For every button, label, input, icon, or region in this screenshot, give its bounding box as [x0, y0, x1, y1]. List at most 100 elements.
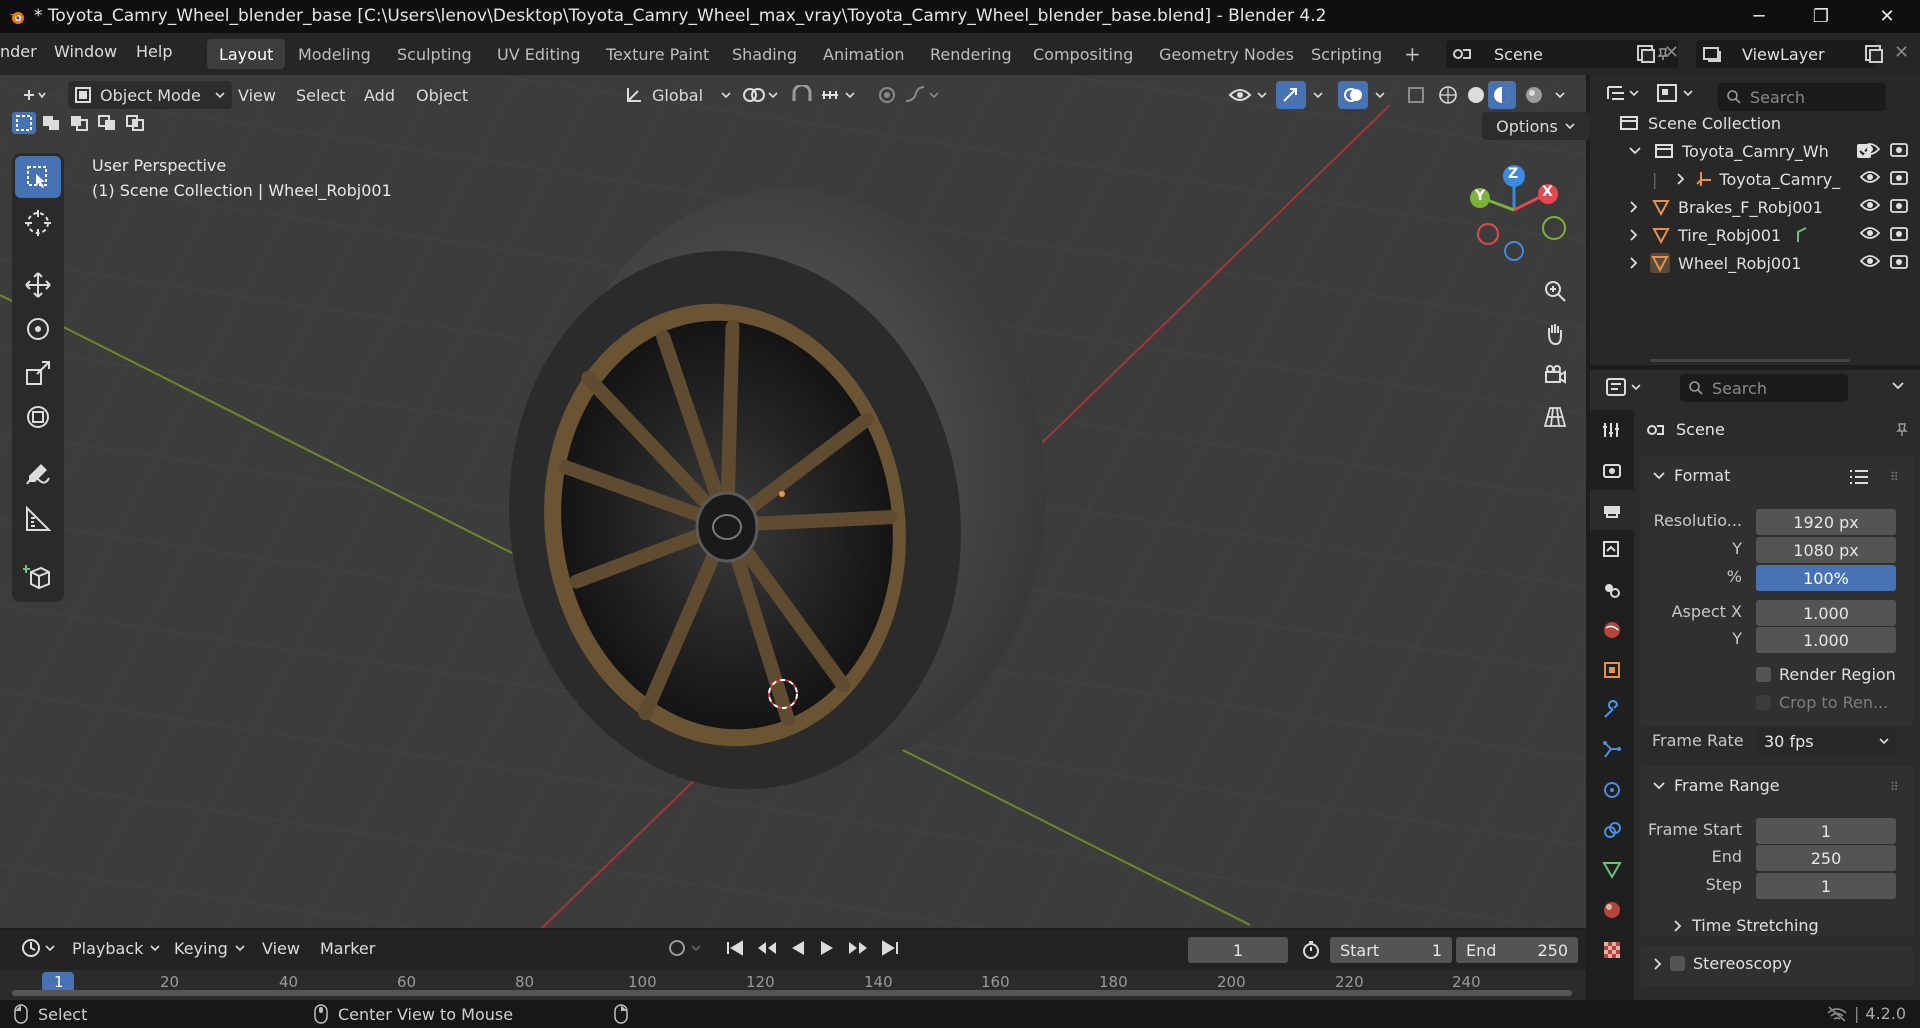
format-panel-header[interactable]: Format	[1652, 466, 1730, 485]
menu-help[interactable]: Help	[136, 42, 172, 61]
select-box-tool-icon[interactable]	[15, 156, 61, 198]
new-view-layer-icon[interactable]	[1862, 42, 1886, 66]
resolution-y-field[interactable]: 1080 px	[1756, 537, 1896, 563]
object-mode-dropdown[interactable]: Object Mode	[68, 81, 232, 109]
frame-range-header[interactable]: Frame Range	[1652, 776, 1780, 795]
particles-tab-icon[interactable]	[1590, 730, 1634, 770]
editor-type-icon[interactable]	[1604, 81, 1644, 105]
menu-object[interactable]: Object	[410, 81, 474, 109]
tab-rendering[interactable]: Rendering	[918, 39, 1024, 69]
eye-icon[interactable]	[1860, 254, 1880, 268]
gizmo-toggle-icon[interactable]	[1276, 81, 1306, 109]
cursor-tool-icon[interactable]	[15, 202, 61, 244]
tab-sculpting[interactable]: Sculpting	[385, 39, 484, 69]
object-tab-icon[interactable]	[1590, 650, 1634, 690]
options-dropdown[interactable]: Options	[1482, 112, 1590, 140]
navigation-gizmo[interactable]: Z X Y	[1460, 160, 1580, 270]
transform-orientation-dropdown[interactable]: Global	[618, 81, 738, 109]
outliner-scrollbar[interactable]	[1650, 359, 1850, 362]
crop-checkbox[interactable]: Crop to Ren...	[1756, 693, 1888, 712]
tool-tab-icon[interactable]	[1590, 410, 1634, 450]
aspect-y-field[interactable]: 1.000	[1756, 627, 1896, 653]
physics-tab-icon[interactable]	[1590, 770, 1634, 810]
frame-rate-dropdown[interactable]: 30 fps	[1756, 728, 1896, 754]
maximize-button[interactable]: ❐	[1790, 0, 1852, 33]
stopwatch-icon[interactable]	[1300, 939, 1322, 961]
time-stretching-header[interactable]: Time Stretching	[1672, 916, 1819, 935]
chevron-down-icon[interactable]	[1368, 81, 1392, 109]
jump-start-icon[interactable]	[724, 939, 746, 957]
falloff-icon[interactable]	[898, 81, 950, 109]
keying-dropdown[interactable]: Keying	[168, 934, 252, 962]
move-tool-icon[interactable]	[15, 264, 61, 306]
transform-tool-icon[interactable]	[15, 396, 61, 438]
jump-end-icon[interactable]	[879, 939, 901, 957]
drag-handle-icon[interactable]: ⠿	[1890, 780, 1899, 794]
prev-keyframe-icon[interactable]	[755, 939, 779, 957]
close-window-button[interactable]: ✕	[1856, 0, 1918, 33]
select-subtract-icon[interactable]	[68, 112, 92, 134]
chevron-right-icon[interactable]	[1628, 228, 1640, 242]
3d-viewport[interactable]	[0, 75, 1586, 928]
outliner-item-brakes[interactable]: Brakes_F_Robj001	[1628, 193, 1823, 221]
tab-layout[interactable]: Layout	[207, 39, 286, 69]
overlays-icon[interactable]	[1338, 81, 1368, 109]
camera-icon[interactable]	[1890, 253, 1908, 269]
view-layer-selector[interactable]: ViewLayer	[1696, 40, 1876, 68]
resolution-x-field[interactable]: 1920 px	[1756, 509, 1896, 535]
rendered-shading-icon[interactable]	[1518, 81, 1550, 109]
frame-start-field[interactable]: 1	[1756, 818, 1896, 844]
constraints-tab-icon[interactable]	[1590, 810, 1634, 850]
menu-select[interactable]: Select	[290, 81, 351, 109]
view-layer-tab-icon[interactable]	[1590, 530, 1634, 570]
select-new-icon[interactable]	[12, 112, 36, 134]
menu-window[interactable]: Window	[54, 42, 117, 61]
tab-modeling[interactable]: Modeling	[286, 39, 383, 69]
start-frame-field[interactable]: Start 1	[1330, 937, 1452, 963]
measure-tool-icon[interactable]	[15, 498, 61, 540]
playback-dropdown[interactable]: Playback	[66, 934, 167, 962]
add-cube-tool-icon[interactable]	[15, 556, 61, 598]
pin-icon[interactable]	[1894, 422, 1910, 438]
visibility-icon[interactable]	[1222, 81, 1278, 109]
presets-list-icon[interactable]	[1848, 468, 1870, 486]
properties-search[interactable]: Search	[1680, 374, 1848, 402]
output-tab-icon[interactable]	[1590, 490, 1634, 530]
chevron-down-icon[interactable]	[1306, 81, 1330, 109]
menu-render[interactable]: nder	[0, 42, 37, 61]
texture-tab-icon[interactable]	[1590, 930, 1634, 970]
editor-type-button[interactable]	[14, 81, 56, 109]
minimize-button[interactable]: ─	[1728, 0, 1790, 33]
pan-hand-icon[interactable]	[1536, 314, 1574, 352]
chevron-right-icon[interactable]	[1628, 256, 1640, 270]
end-frame-field[interactable]: End 250	[1456, 937, 1578, 963]
timeline-menu-view[interactable]: View	[256, 934, 306, 962]
tab-compositing[interactable]: Compositing	[1021, 39, 1145, 69]
tab-animation[interactable]: Animation	[811, 39, 917, 69]
annotate-tool-icon[interactable]	[15, 454, 61, 496]
next-keyframe-icon[interactable]	[846, 939, 870, 957]
checkbox-icon[interactable]	[1670, 956, 1685, 971]
data-tab-icon[interactable]	[1590, 850, 1634, 890]
camera-icon[interactable]	[1890, 141, 1908, 157]
select-extend-icon[interactable]	[40, 112, 64, 134]
outliner-scene-collection[interactable]: Scene Collection	[1618, 109, 1781, 137]
play-icon[interactable]	[817, 939, 837, 957]
new-scene-icon[interactable]	[1634, 42, 1658, 66]
tab-scripting[interactable]: Scripting	[1299, 39, 1394, 69]
camera-view-icon[interactable]	[1536, 356, 1574, 394]
editor-type-icon[interactable]	[1604, 374, 1648, 400]
chevron-down-icon[interactable]	[1628, 145, 1642, 157]
eye-icon[interactable]	[1860, 198, 1880, 212]
eye-icon[interactable]	[1860, 142, 1880, 156]
outliner-item-wheel[interactable]: Wheel_Robj001	[1628, 249, 1801, 277]
perspective-ortho-icon[interactable]	[1536, 398, 1574, 436]
select-invert-icon[interactable]	[96, 112, 120, 134]
camera-icon[interactable]	[1890, 169, 1908, 185]
render-tab-icon[interactable]	[1590, 450, 1634, 490]
select-intersect-icon[interactable]	[124, 112, 148, 134]
chevron-right-icon[interactable]	[1628, 200, 1640, 214]
scene-tab-icon[interactable]	[1590, 570, 1634, 610]
camera-icon[interactable]	[1890, 225, 1908, 241]
chevron-down-icon[interactable]	[1548, 81, 1572, 109]
